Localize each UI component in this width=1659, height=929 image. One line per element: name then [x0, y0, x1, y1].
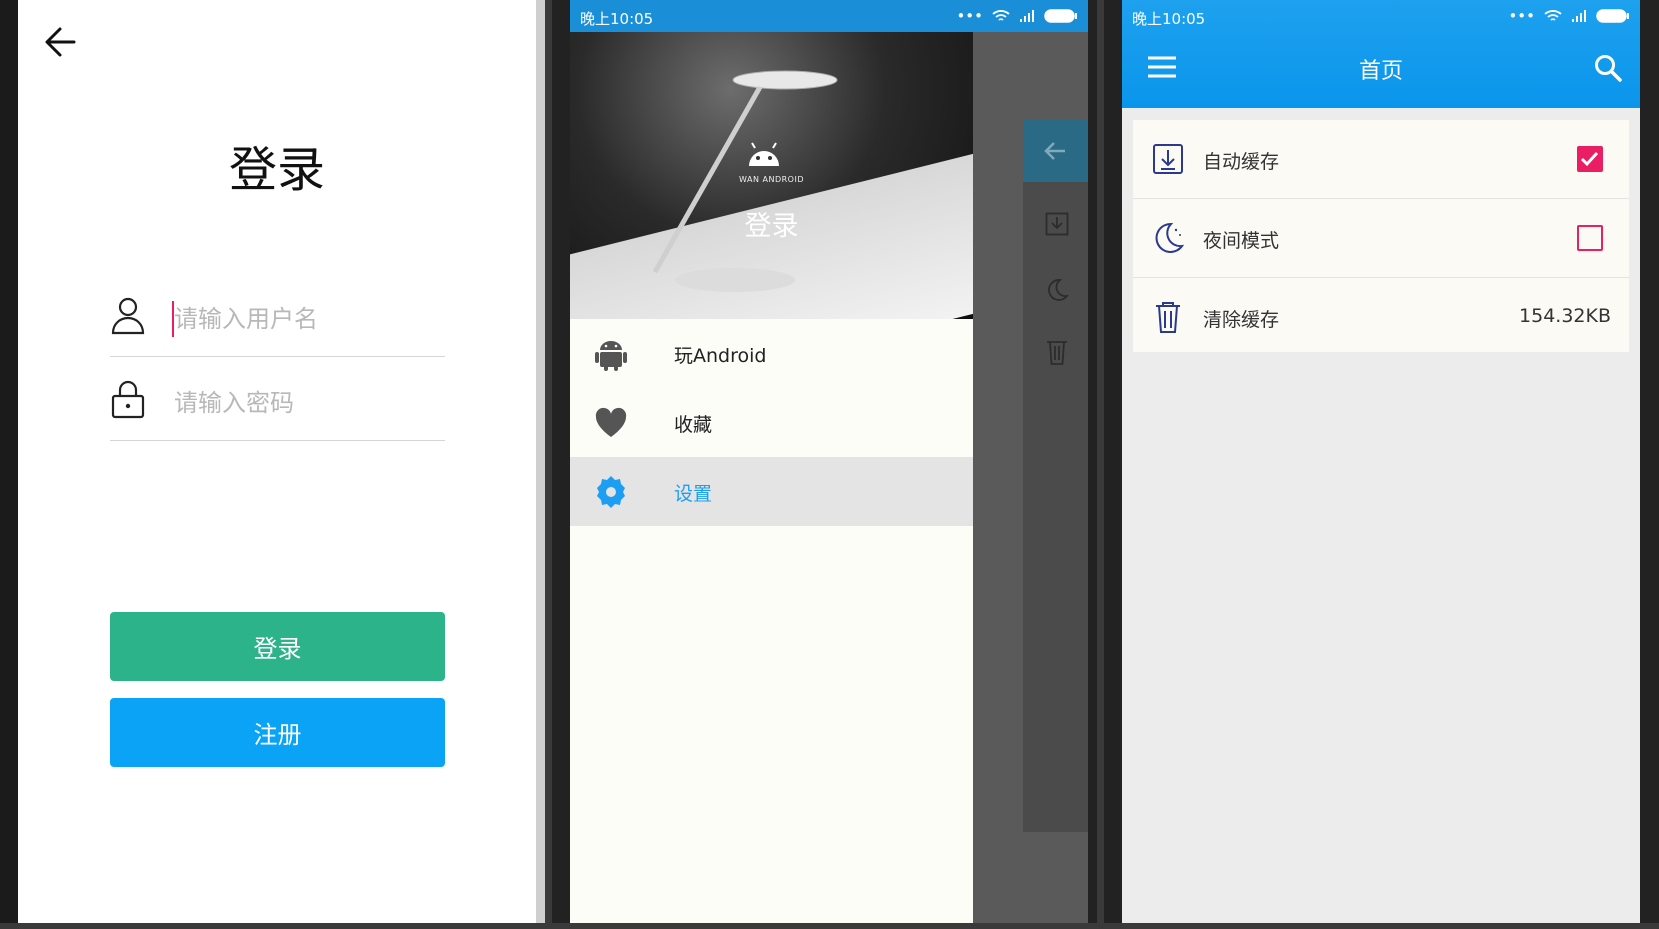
dimmed-appbar: [1023, 120, 1088, 182]
setting-label: 夜间模式: [1203, 230, 1280, 252]
moon-icon: [1155, 222, 1185, 253]
register-button[interactable]: 注册: [110, 698, 445, 767]
menu-item-label: 设置: [674, 483, 713, 505]
page-title: 首页: [1358, 59, 1403, 84]
drawer-screen-frame: 晚上10:05 ••• WAN ANDROID 登录 玩Android 收藏 设…: [552, 0, 1097, 923]
setting-label: 自动缓存: [1203, 151, 1280, 173]
menu-item-favorites[interactable]: 收藏: [570, 388, 973, 457]
app-bar: 晚上10:05 ••• 首页: [1122, 0, 1640, 108]
android-icon: [595, 341, 627, 371]
login-screen: 登录 请输入用户名 请输入密码 登录 注册: [18, 0, 536, 923]
more-dots-icon: •••: [956, 7, 983, 25]
header-brand-text: WAN ANDROID: [739, 175, 804, 184]
settings-screen-frame: 晚上10:05 ••• 首页 自动缓存 夜间模式 清除缓存 154.32KB: [1104, 0, 1659, 923]
page-title: 登录: [228, 142, 325, 198]
heart-icon: [595, 407, 627, 437]
download-icon: [1153, 144, 1183, 174]
dimmed-background-content: [1023, 120, 1088, 832]
status-bar: 晚上10:05 •••: [1122, 0, 1640, 32]
wifi-icon: [1544, 10, 1562, 21]
checkmark-icon: [1580, 151, 1599, 167]
lock-icon: [111, 380, 145, 419]
user-icon: [111, 297, 145, 335]
back-arrow-icon[interactable]: [40, 22, 80, 62]
trash-icon: [1047, 341, 1067, 365]
header-login-link[interactable]: 登录: [570, 204, 973, 243]
settings-screen: 晚上10:05 ••• 首页 自动缓存 夜间模式 清除缓存 154.32KB: [1122, 0, 1640, 923]
android-logo-icon: [749, 142, 779, 166]
status-time: 晚上10:05: [1132, 10, 1206, 28]
login-button[interactable]: 登录: [110, 612, 445, 681]
setting-label: 清除缓存: [1203, 309, 1280, 331]
password-field[interactable]: 请输入密码: [110, 357, 445, 441]
username-placeholder: 请输入用户名: [174, 305, 318, 333]
frame-edge: [0, 0, 18, 923]
back-arrow-icon: [1044, 142, 1065, 160]
download-icon: [1045, 212, 1069, 236]
status-bar: 晚上10:05 •••: [570, 0, 1088, 32]
frame-edge: [536, 0, 545, 923]
signal-icon: [1020, 10, 1034, 22]
battery-icon: [1596, 9, 1629, 23]
night-mode-checkbox[interactable]: [1577, 225, 1603, 251]
password-placeholder: 请输入密码: [174, 389, 294, 417]
menu-item-label: 收藏: [674, 414, 713, 436]
settings-card: 自动缓存 夜间模式 清除缓存 154.32KB: [1133, 120, 1629, 352]
search-icon[interactable]: [1594, 54, 1622, 82]
setting-row-auto-cache[interactable]: 自动缓存: [1133, 120, 1629, 199]
battery-icon: [1044, 9, 1077, 23]
menu-item-label: 玩Android: [674, 345, 767, 367]
username-field[interactable]: 请输入用户名: [110, 273, 445, 357]
menu-item-play-android[interactable]: 玩Android: [570, 319, 973, 388]
wifi-icon: [992, 10, 1010, 21]
drawer-screen: 晚上10:05 ••• WAN ANDROID 登录 玩Android 收藏 设…: [570, 0, 1088, 923]
cache-size-value: 154.32KB: [1519, 305, 1611, 327]
gear-icon: [597, 476, 625, 508]
setting-row-clear-cache[interactable]: 清除缓存 154.32KB: [1133, 278, 1629, 357]
signal-icon: [1572, 10, 1586, 22]
navigation-drawer: WAN ANDROID 登录 玩Android 收藏 设置: [570, 32, 973, 923]
trash-icon: [1156, 302, 1180, 333]
auto-cache-checkbox[interactable]: [1577, 146, 1603, 172]
more-dots-icon: •••: [1508, 7, 1535, 25]
setting-row-night-mode[interactable]: 夜间模式: [1133, 199, 1629, 278]
login-screen-frame: 登录 请输入用户名 请输入密码 登录 注册: [0, 0, 545, 923]
drawer-header: WAN ANDROID 登录: [570, 32, 973, 319]
moon-icon: [1048, 279, 1069, 301]
menu-item-settings[interactable]: 设置: [570, 457, 973, 526]
status-time: 晚上10:05: [580, 10, 654, 28]
